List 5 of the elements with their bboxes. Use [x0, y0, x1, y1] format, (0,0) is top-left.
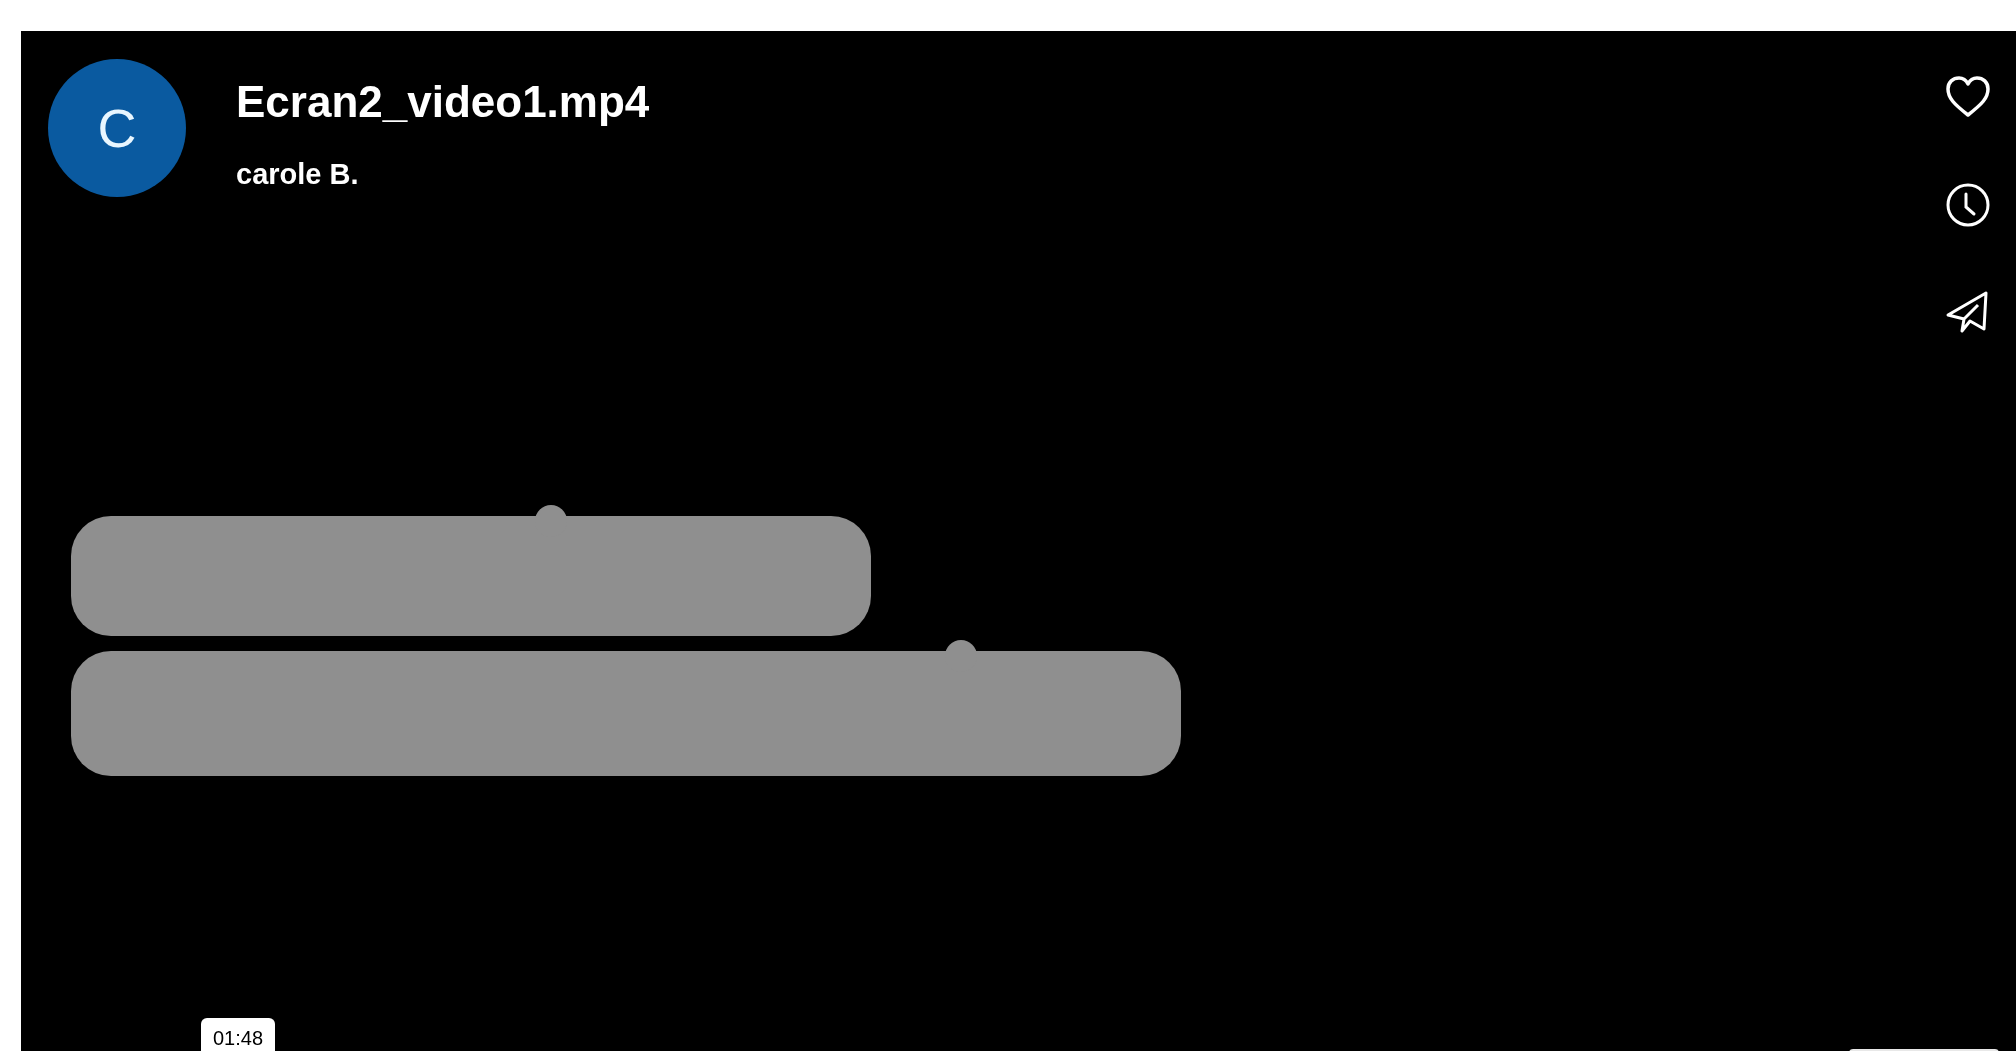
clock-icon: [1944, 181, 1992, 229]
duration-badge: 01:48: [201, 1018, 276, 1051]
author-name[interactable]: carole B.: [236, 160, 650, 189]
video-title[interactable]: Ecran2_video1.mp4: [236, 80, 650, 124]
clock-button[interactable]: [1944, 181, 1992, 229]
